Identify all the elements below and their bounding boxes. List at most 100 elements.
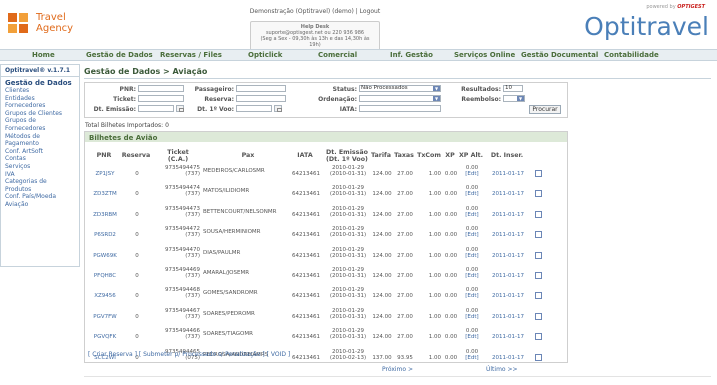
cell-dt-inser[interactable]: 2011-01-17: [487, 314, 529, 320]
dt-emissao-input[interactable]: [138, 105, 174, 112]
row-select-checkbox[interactable]: [535, 251, 542, 259]
row-select-checkbox[interactable]: [535, 272, 542, 279]
status-select[interactable]: Não Processados ▼: [359, 85, 441, 92]
cell-pnr[interactable]: XZ9456: [90, 293, 120, 299]
sidebar-item-conf-artsoft[interactable]: Conf. ArtSoft: [1, 148, 79, 156]
sidebar-item-clientes[interactable]: Clientes: [1, 87, 79, 95]
edit-xpalt-link[interactable]: [Edt]: [459, 232, 485, 238]
nav-gestao-dados[interactable]: Gestão de Dados: [86, 51, 153, 59]
sidebar-item-metodos-pagamento[interactable]: Métodos de: [1, 133, 79, 141]
sidebar-item-servicos[interactable]: Serviços: [1, 163, 79, 171]
cell-tarifa: 124.00: [372, 313, 392, 320]
edit-xpalt-link[interactable]: [Edt]: [459, 212, 485, 218]
nav-opticlick[interactable]: Opticlick: [248, 51, 282, 59]
chevron-down-icon: ▼: [433, 86, 440, 91]
row-select-checkbox[interactable]: [535, 292, 542, 300]
edit-xpalt-link[interactable]: [Edt]: [459, 191, 485, 197]
cell-xpalt: 0.00 [Edt]: [459, 247, 485, 259]
sidebar-item-contas[interactable]: Contas: [1, 155, 79, 163]
cell-pnr[interactable]: PGVQFK: [90, 334, 120, 340]
sidebar-item-fornecedores[interactable]: Fornecedores: [1, 102, 79, 110]
pager-next-link[interactable]: Próximo >: [382, 366, 413, 373]
travel-agency-logo[interactable]: Travel Agency: [8, 10, 78, 36]
imported-count: Total Bilhetes Importados: 0: [85, 122, 169, 129]
passageiro-input[interactable]: [236, 85, 286, 92]
resultados-input[interactable]: 10: [503, 85, 523, 92]
edit-xpalt-link[interactable]: [Edt]: [459, 253, 485, 259]
sidebar-item-grupos-clientes[interactable]: Grupos de Clientes: [1, 110, 79, 118]
cell-dt-inser[interactable]: 2011-01-17: [487, 232, 529, 238]
pager-last-link[interactable]: Último >>: [486, 366, 518, 373]
cell-txcom: 1.00: [428, 273, 441, 279]
cell-dt-emissao: 2010-01-29 (2010-01-31): [323, 287, 373, 299]
cell-dt-inser[interactable]: 2011-01-17: [487, 171, 529, 177]
nav-inf-gestao[interactable]: Inf. Gestão: [390, 51, 433, 59]
action-links[interactable]: [ Criar Reserva ] [ Submeter p/ Processa…: [88, 351, 290, 358]
calendar-icon[interactable]: [274, 105, 282, 112]
cell-dt-inser[interactable]: 2011-01-17: [487, 334, 529, 340]
cell-taxas: 27.00: [397, 273, 413, 279]
sidebar-item-iva[interactable]: IVA: [1, 171, 79, 179]
reserva-input[interactable]: [236, 95, 286, 102]
iata-input[interactable]: [359, 105, 441, 112]
edit-xpalt-link[interactable]: [Edt]: [459, 273, 485, 279]
cell-pnr[interactable]: PGV7FW: [90, 314, 120, 320]
nav-comercial[interactable]: Comercial: [318, 51, 357, 59]
cell-dt-inser[interactable]: 2011-01-17: [487, 212, 529, 218]
sidebar: Optitravel® v.1.7.1 Gestão de Dados Clie…: [0, 64, 80, 267]
cell-pnr[interactable]: PFQH8C: [90, 273, 120, 279]
sidebar-title: Gestão de Dados: [5, 79, 72, 87]
table-row: P6SRD2 0 9735494472 (737) SOUSA/HERMINIOMR 64…: [86, 224, 568, 244]
sidebar-item-conf-pais-moeda[interactable]: Conf. País/Moeda: [1, 193, 79, 201]
row-select-checkbox[interactable]: [535, 333, 542, 341]
th-iata: IATA: [297, 152, 313, 159]
pnr-input[interactable]: [138, 85, 184, 92]
cell-pnr[interactable]: P6SRD2: [90, 232, 120, 238]
sidebar-item-grupos-fornecedores-cont[interactable]: Fornecedores: [1, 125, 79, 133]
dt-voo-input[interactable]: [236, 105, 272, 112]
cell-dt-inser[interactable]: 2011-01-17: [487, 191, 529, 197]
sidebar-item-metodos-pagamento-cont[interactable]: Pagamento: [1, 140, 79, 148]
nav-servicos-online[interactable]: Serviços Online: [454, 51, 515, 59]
nav-home[interactable]: Home: [32, 51, 55, 59]
search-button[interactable]: Procurar: [529, 105, 561, 114]
edit-xpalt-link[interactable]: [Edt]: [459, 314, 485, 320]
row-select-checkbox[interactable]: [535, 353, 542, 361]
edit-xpalt-link[interactable]: [Edt]: [459, 334, 485, 340]
row-select-checkbox[interactable]: [535, 210, 542, 218]
app-version: Optitravel® v.1.7.1: [1, 65, 79, 77]
edit-xpalt-link[interactable]: [Edt]: [459, 293, 485, 299]
row-select-checkbox[interactable]: [535, 170, 542, 177]
nav-reservas-files[interactable]: Reservas / Files: [160, 51, 222, 59]
row-select-checkbox[interactable]: [535, 312, 542, 320]
user-links[interactable]: Demonstração (Optitravel) (demo) | Logou…: [220, 8, 410, 15]
cell-pnr[interactable]: PGW69K: [90, 253, 120, 259]
cell-pnr[interactable]: ZD3ZTM: [90, 191, 120, 197]
row-select-checkbox[interactable]: [535, 231, 542, 239]
nav-contabilidade[interactable]: Contabilidade: [604, 51, 659, 59]
sidebar-item-categorias-produtos-cont[interactable]: Produtos: [1, 186, 79, 194]
cell-taxas: 27.00: [397, 211, 413, 218]
sidebar-item-aviacao[interactable]: Aviação: [1, 201, 79, 209]
edit-xpalt-link[interactable]: [Edt]: [459, 171, 485, 177]
ticket-input[interactable]: [138, 95, 184, 102]
row-select-checkbox[interactable]: [535, 190, 542, 198]
nav-gestao-documental[interactable]: Gestão Documental: [521, 51, 598, 59]
cell-dt-inser[interactable]: 2011-01-17: [487, 293, 529, 299]
ordenacao-select[interactable]: ▼: [359, 95, 441, 102]
cell-pnr[interactable]: ZP1JSY: [90, 171, 120, 177]
cell-dt-emissao: 2010-01-29 (2010-02-13): [323, 349, 373, 361]
edit-xpalt-link[interactable]: [Edt]: [459, 355, 485, 361]
sidebar-item-grupos-fornecedores[interactable]: Grupos de: [1, 117, 79, 125]
sidebar-item-entidades[interactable]: Entidades: [1, 95, 79, 103]
calendar-icon[interactable]: [176, 105, 184, 112]
cell-dt-inser[interactable]: 2011-01-17: [487, 355, 529, 361]
sidebar-item-categorias-produtos[interactable]: Categorias de: [1, 178, 79, 186]
cell-dt-inser[interactable]: 2011-01-17: [487, 253, 529, 259]
reembolso-select[interactable]: ▼: [503, 95, 525, 102]
cell-txcom: 1.00: [428, 232, 441, 239]
cell-iata: 64213461: [292, 354, 320, 361]
cell-pnr[interactable]: ZD3RBM: [90, 212, 120, 218]
th-xpalt: XP Alt.: [458, 152, 484, 159]
cell-dt-inser[interactable]: 2011-01-17: [487, 273, 529, 279]
